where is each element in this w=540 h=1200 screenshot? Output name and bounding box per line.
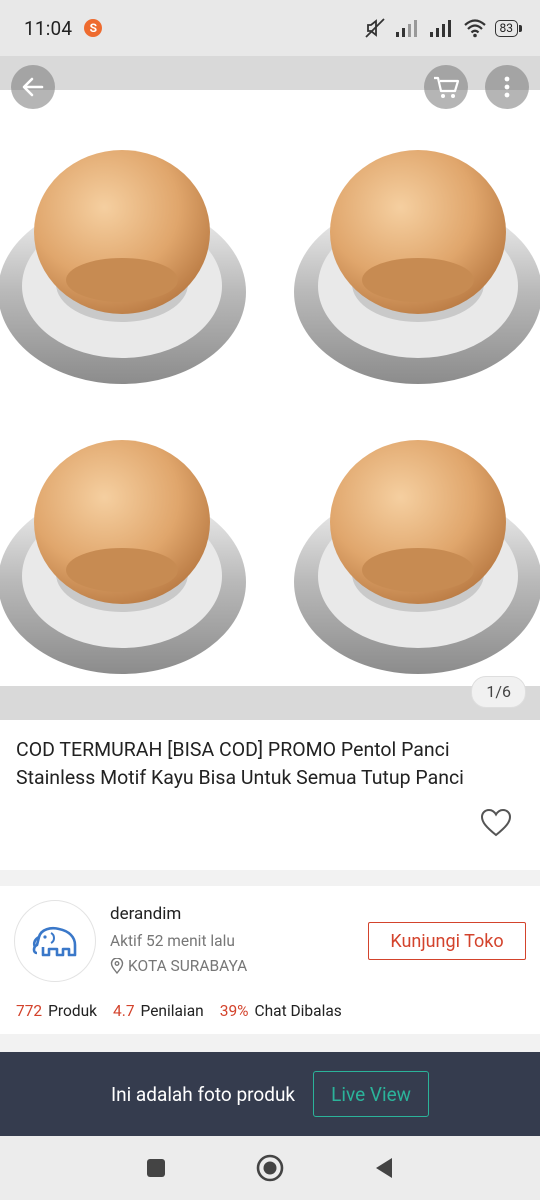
back-button[interactable] xyxy=(11,65,55,109)
system-nav-bar xyxy=(0,1136,540,1200)
knob-image xyxy=(0,150,540,674)
status-bar: 11:04 S 83 xyxy=(0,0,540,56)
stat-chat-reply: 39% Chat Dibalas xyxy=(219,1002,342,1020)
wifi-icon xyxy=(463,19,486,38)
mute-icon xyxy=(364,18,385,38)
nav-back-icon[interactable] xyxy=(373,1156,395,1180)
more-options-button[interactable] xyxy=(485,65,529,109)
image-page-indicator: 1/6 xyxy=(471,676,526,708)
shop-location-text: KOTA SURABAYA xyxy=(128,957,248,975)
shop-name[interactable]: derandim xyxy=(110,904,181,924)
more-vertical-icon xyxy=(504,76,510,98)
battery-indicator: 83 xyxy=(494,19,522,37)
heart-icon[interactable] xyxy=(480,808,512,838)
back-arrow-icon xyxy=(22,77,44,97)
product-title-card: COD TERMURAH [BISA COD] PROMO Pentol Pan… xyxy=(0,720,540,870)
status-time: 11:04 xyxy=(24,16,73,40)
shop-avatar[interactable] xyxy=(14,900,96,982)
app-notification-icon: S xyxy=(84,19,103,37)
shop-location: KOTA SURABAYA xyxy=(110,957,247,975)
knob-bottom-right xyxy=(294,440,540,674)
stat-rating: 4.7 Penilaian xyxy=(113,1002,204,1020)
status-icons: 83 xyxy=(363,17,522,39)
shop-info-card: derandim Aktif 52 menit lalu KOTA SURABA… xyxy=(0,886,540,1034)
signal-icon-2 xyxy=(429,20,451,37)
shop-stats: 772 Produk 4.7 Penilaian 39% Chat Dibalas xyxy=(16,1002,342,1020)
cart-icon xyxy=(434,76,460,98)
knob-top-right xyxy=(294,150,540,384)
product-title: COD TERMURAH [BISA COD] PROMO Pentol Pan… xyxy=(16,738,464,789)
product-photo[interactable] xyxy=(0,90,540,686)
nav-square-icon[interactable] xyxy=(145,1157,167,1179)
elephant-logo-icon xyxy=(32,926,77,957)
live-view-banner: Ini adalah foto produk Live View xyxy=(0,1052,540,1136)
visit-shop-button[interactable]: Kunjungi Toko xyxy=(368,922,526,960)
cart-button[interactable] xyxy=(424,65,468,109)
signal-icon xyxy=(395,20,417,37)
product-image-gallery[interactable]: 1/6 xyxy=(0,56,540,720)
stat-products: 772 Produk xyxy=(16,1002,98,1020)
live-view-button[interactable]: Live View xyxy=(313,1071,430,1117)
live-banner-text: Ini adalah foto produk xyxy=(110,1082,296,1106)
knob-bottom-left xyxy=(0,440,246,674)
nav-home-icon[interactable] xyxy=(255,1153,285,1183)
shop-active-status: Aktif 52 menit lalu xyxy=(110,932,235,950)
knob-top-left xyxy=(0,150,246,384)
location-pin-icon xyxy=(110,958,124,974)
